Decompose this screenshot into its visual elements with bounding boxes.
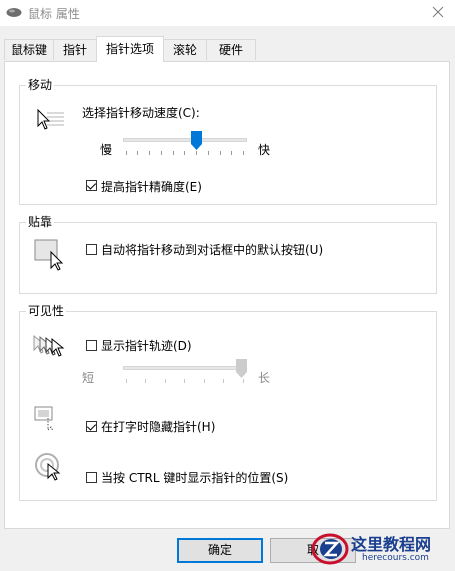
close-icon[interactable]: [429, 3, 447, 21]
watermark-cn: 这里教程网: [351, 535, 432, 554]
window-title: 鼠标 属性: [28, 7, 80, 21]
snap-to-label[interactable]: 自动将指针移动到对话框中的默认按钮(U): [101, 241, 323, 258]
trails-slider-thumb[interactable]: [236, 359, 247, 381]
ctrl-locate-label[interactable]: 当按 CTRL 键时显示指针的位置(S): [101, 469, 288, 486]
watermark: 这里教程网 herecours.com: [308, 528, 455, 570]
tab-panel: 移动 选择指针移动速度(C): 慢 快 提高指针精确度(E) 贴靠 自动将指针移…: [4, 61, 450, 529]
tab-buttons[interactable]: 鼠标键: [4, 39, 54, 60]
ctrl-locate-checkbox[interactable]: [86, 472, 97, 483]
hide-typing-label[interactable]: 在打字时隐藏指针(H): [101, 418, 215, 435]
visibility-group-title: 可见性: [26, 302, 67, 319]
motion-group-title: 移动: [26, 76, 55, 93]
mouse-icon: [6, 7, 22, 21]
trails-slider-track[interactable]: [123, 366, 247, 370]
tab-wheel[interactable]: 滚轮: [163, 39, 207, 60]
fast-label: 快: [258, 143, 271, 157]
tab-pointers[interactable]: 指针: [53, 39, 97, 60]
speed-slider-ticks: [126, 151, 244, 155]
title-bar: 鼠标 属性: [0, 0, 455, 26]
hide-typing-checkbox[interactable]: [86, 421, 97, 432]
visibility-group: 可见性 显示指针轨迹(D) 短 长 在打字时隐藏指针(H) 当按 CTRL 键时…: [19, 302, 437, 501]
trails-slider-ticks: [126, 379, 244, 383]
hide-typing-icon: [34, 404, 64, 435]
snap-to-checkbox[interactable]: [86, 244, 97, 255]
long-label: 长: [258, 371, 271, 385]
watermark-en: herecours.com: [362, 553, 429, 563]
ok-button[interactable]: 确定: [177, 538, 263, 563]
tab-hardware[interactable]: 硬件: [206, 39, 256, 60]
ctrl-locate-icon: [34, 452, 66, 485]
pointer-trails-icon: [32, 334, 68, 363]
speed-label: 选择指针移动速度(C):: [82, 106, 200, 120]
snap-to-group-title: 贴靠: [26, 213, 55, 230]
watermark-logo: [310, 530, 350, 571]
enhance-precision-checkbox[interactable]: [86, 180, 97, 191]
tab-strip: 鼠标键 指针 指针选项 滚轮 硬件: [4, 36, 449, 62]
motion-group: 移动 选择指针移动速度(C): 慢 快 提高指针精确度(E): [19, 76, 437, 205]
slow-label: 慢: [100, 143, 113, 157]
enhance-precision-label[interactable]: 提高指针精确度(E): [101, 178, 202, 195]
tab-pointer-options[interactable]: 指针选项: [96, 36, 164, 62]
short-label: 短: [82, 371, 95, 385]
pointer-trails-checkbox[interactable]: [86, 340, 97, 351]
speed-slider-track[interactable]: [123, 138, 247, 142]
pointer-trails-label[interactable]: 显示指针轨迹(D): [101, 337, 192, 354]
pointer-speed-icon: [34, 108, 66, 135]
snap-to-icon: [34, 239, 68, 274]
snap-to-group: 贴靠 自动将指针移动到对话框中的默认按钮(U): [19, 213, 437, 294]
speed-slider-thumb[interactable]: [190, 131, 202, 153]
